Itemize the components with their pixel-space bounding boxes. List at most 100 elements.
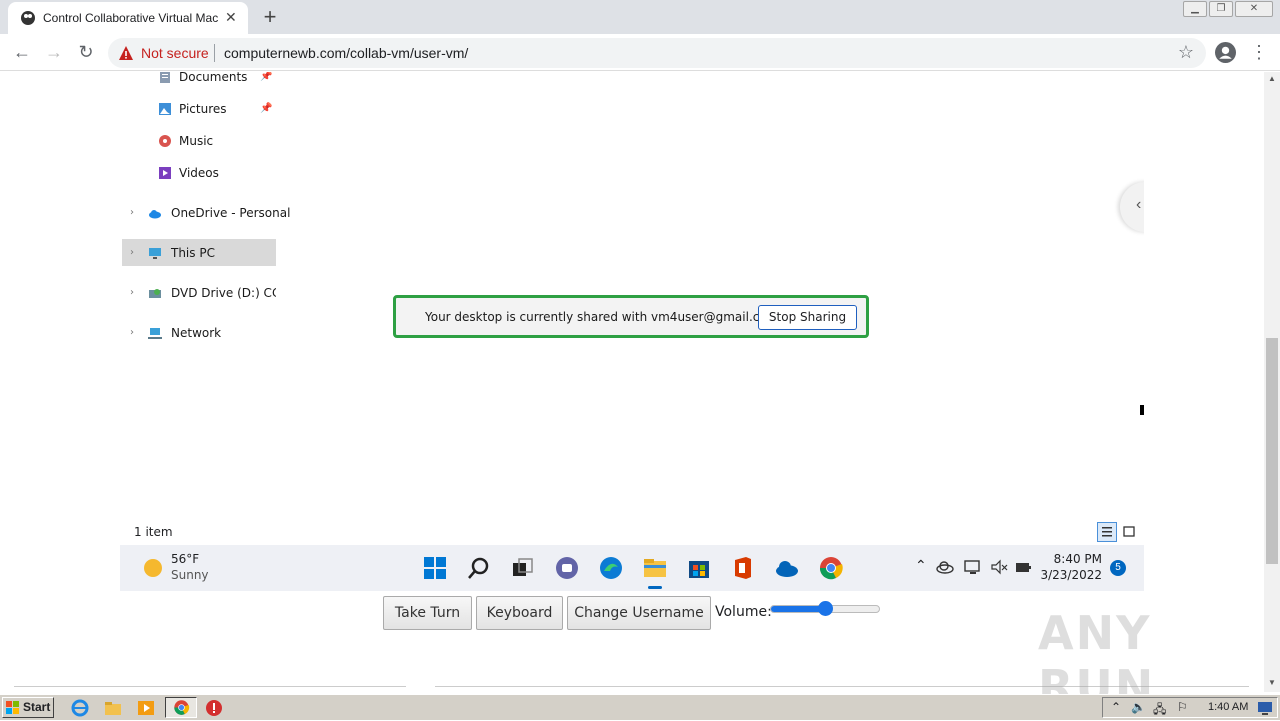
browser-menu-icon[interactable]: ⋮: [1247, 40, 1271, 64]
address-separator: [214, 44, 215, 62]
tiles-view-icon[interactable]: [1119, 522, 1139, 542]
profile-icon[interactable]: [1215, 42, 1236, 63]
expand-chevron-icon[interactable]: ›: [130, 281, 134, 305]
internet-explorer-icon[interactable]: [71, 699, 89, 717]
url-text[interactable]: computernewb.com/collab-vm/user-vm/: [224, 45, 468, 61]
browser-tab[interactable]: Control Collaborative Virtual Machine ✕: [8, 2, 248, 34]
weather-temperature[interactable]: 56°F: [171, 552, 199, 566]
network-tray-icon[interactable]: 🖧: [1153, 700, 1166, 721]
take-turn-button[interactable]: Take Turn: [383, 596, 472, 630]
display-icon[interactable]: [964, 559, 982, 575]
task-view-icon[interactable]: [510, 555, 536, 581]
this-pc-icon: [149, 248, 161, 259]
vm-clock-date[interactable]: 3/23/2022: [1020, 568, 1102, 582]
scroll-up-icon[interactable]: ▲: [1268, 74, 1276, 83]
divider-left: [14, 686, 406, 687]
onedrive-icon[interactable]: [774, 555, 800, 581]
nav-label: This PC: [171, 246, 215, 260]
nav-label: OneDrive - Personal: [171, 206, 291, 220]
host-clock[interactable]: 1:40 AM: [1208, 701, 1248, 713]
dvd-drive-icon: [149, 289, 161, 298]
windows-start-icon[interactable]: [422, 555, 448, 581]
folder-icon[interactable]: [104, 699, 122, 717]
tab-close-icon[interactable]: ✕: [225, 9, 237, 26]
file-explorer-icon[interactable]: [642, 555, 668, 581]
expand-chevron-icon[interactable]: ›: [130, 321, 134, 345]
nav-label: Network: [171, 326, 222, 340]
desktop-tray-icon[interactable]: [1257, 701, 1273, 715]
chrome-icon: [174, 700, 190, 715]
media-player-icon[interactable]: [137, 699, 155, 717]
volume-slider-handle[interactable]: [818, 601, 833, 616]
back-icon[interactable]: ←: [10, 40, 34, 64]
nav-label: Videos: [179, 166, 219, 180]
details-view-icon[interactable]: [1097, 522, 1117, 542]
weather-description[interactable]: Sunny: [171, 568, 209, 582]
chevron-up-icon[interactable]: ⌃: [915, 557, 927, 574]
minimize-button[interactable]: ▁: [1183, 1, 1207, 17]
browser-toolbar: ← → ↻ Not secure computernewb.com/collab…: [0, 34, 1280, 71]
flag-tray-icon[interactable]: ⚐: [1177, 700, 1188, 714]
documents-icon: [160, 72, 170, 83]
stop-sharing-button[interactable]: Stop Sharing: [758, 305, 857, 330]
sharing-message: Your desktop is currently shared with vm…: [425, 310, 779, 324]
expand-chevron-icon[interactable]: ›: [130, 201, 134, 225]
office-icon[interactable]: [730, 555, 756, 581]
restore-button[interactable]: ❐: [1209, 1, 1233, 17]
tab-title: Control Collaborative Virtual Machine: [43, 11, 218, 25]
nav-item-documents[interactable]: Documents 📌: [158, 72, 276, 89]
active-app-indicator: [648, 586, 662, 589]
pin-icon: 📌: [260, 72, 273, 82]
page-scrollbar[interactable]: ▲ ▼: [1264, 72, 1280, 692]
nav-item-dvd-drive[interactable]: › DVD Drive (D:) CCCO: [120, 281, 276, 305]
browser-tab-strip: Control Collaborative Virtual Machine ✕ …: [0, 0, 1280, 34]
search-icon[interactable]: [466, 555, 492, 581]
nav-item-music[interactable]: Music: [158, 129, 276, 153]
nav-item-onedrive[interactable]: › OneDrive - Personal: [120, 201, 290, 225]
address-bar[interactable]: Not secure computernewb.com/collab-vm/us…: [108, 38, 1206, 68]
stop-sign-icon[interactable]: [205, 699, 223, 717]
security-label[interactable]: Not secure: [141, 45, 209, 61]
nav-label: Music: [179, 134, 214, 148]
mouse-cursor: [1140, 405, 1144, 415]
nav-item-this-pc[interactable]: › This PC: [120, 241, 276, 265]
forward-icon[interactable]: →: [42, 40, 66, 64]
bookmark-star-icon[interactable]: ☆: [1178, 42, 1194, 63]
vm-screen[interactable]: Documents 📌 Pictures 📌 Music Videos › On…: [120, 72, 1144, 591]
start-label: Start: [23, 700, 51, 714]
chevron-left-icon: ‹: [1136, 196, 1142, 213]
nav-item-videos[interactable]: Videos: [158, 161, 276, 185]
close-window-button[interactable]: ✕: [1235, 1, 1273, 17]
new-tab-button[interactable]: +: [258, 4, 282, 30]
tray-expand-icon[interactable]: ⌃: [1111, 700, 1121, 714]
windows-flag-icon: [6, 701, 19, 714]
change-username-button[interactable]: Change Username: [567, 596, 711, 630]
teams-chat-icon[interactable]: [554, 555, 580, 581]
pictures-icon: [159, 103, 171, 115]
music-icon: [159, 135, 171, 147]
edge-browser-icon[interactable]: [598, 555, 624, 581]
host-taskbar: Start ⌃ 🔈 🖧 ⚐ 1:40 AM: [0, 694, 1280, 720]
collabvm-favicon-icon: [21, 11, 35, 25]
nav-label: DVD Drive (D:) CCCO: [171, 286, 276, 300]
nav-item-network[interactable]: › Network: [120, 321, 276, 345]
videos-icon: [159, 167, 171, 179]
weather-sun-icon[interactable]: [140, 555, 166, 581]
sound-muted-icon[interactable]: [990, 559, 1008, 575]
volume-tray-icon[interactable]: 🔈: [1131, 700, 1146, 714]
chrome-icon[interactable]: [818, 555, 844, 581]
reload-icon[interactable]: ↻: [74, 40, 98, 64]
notification-count-badge[interactable]: 5: [1110, 560, 1126, 576]
system-tray: ⌃ 🔈 🖧 ⚐: [1102, 697, 1278, 718]
chrome-task-button[interactable]: [165, 697, 197, 718]
expand-chevron-icon[interactable]: ›: [130, 241, 134, 265]
start-button[interactable]: Start: [2, 697, 54, 718]
side-panel-tab[interactable]: ‹: [1120, 182, 1144, 232]
microsoft-store-icon[interactable]: [686, 555, 712, 581]
nav-item-pictures[interactable]: Pictures 📌: [158, 97, 276, 121]
vm-clock-time[interactable]: 8:40 PM: [1020, 552, 1102, 566]
onedrive-cloud-icon: [149, 210, 161, 219]
cloud-status-icon[interactable]: [936, 559, 954, 575]
keyboard-button[interactable]: Keyboard: [476, 596, 563, 630]
scrollbar-thumb[interactable]: [1266, 338, 1278, 564]
